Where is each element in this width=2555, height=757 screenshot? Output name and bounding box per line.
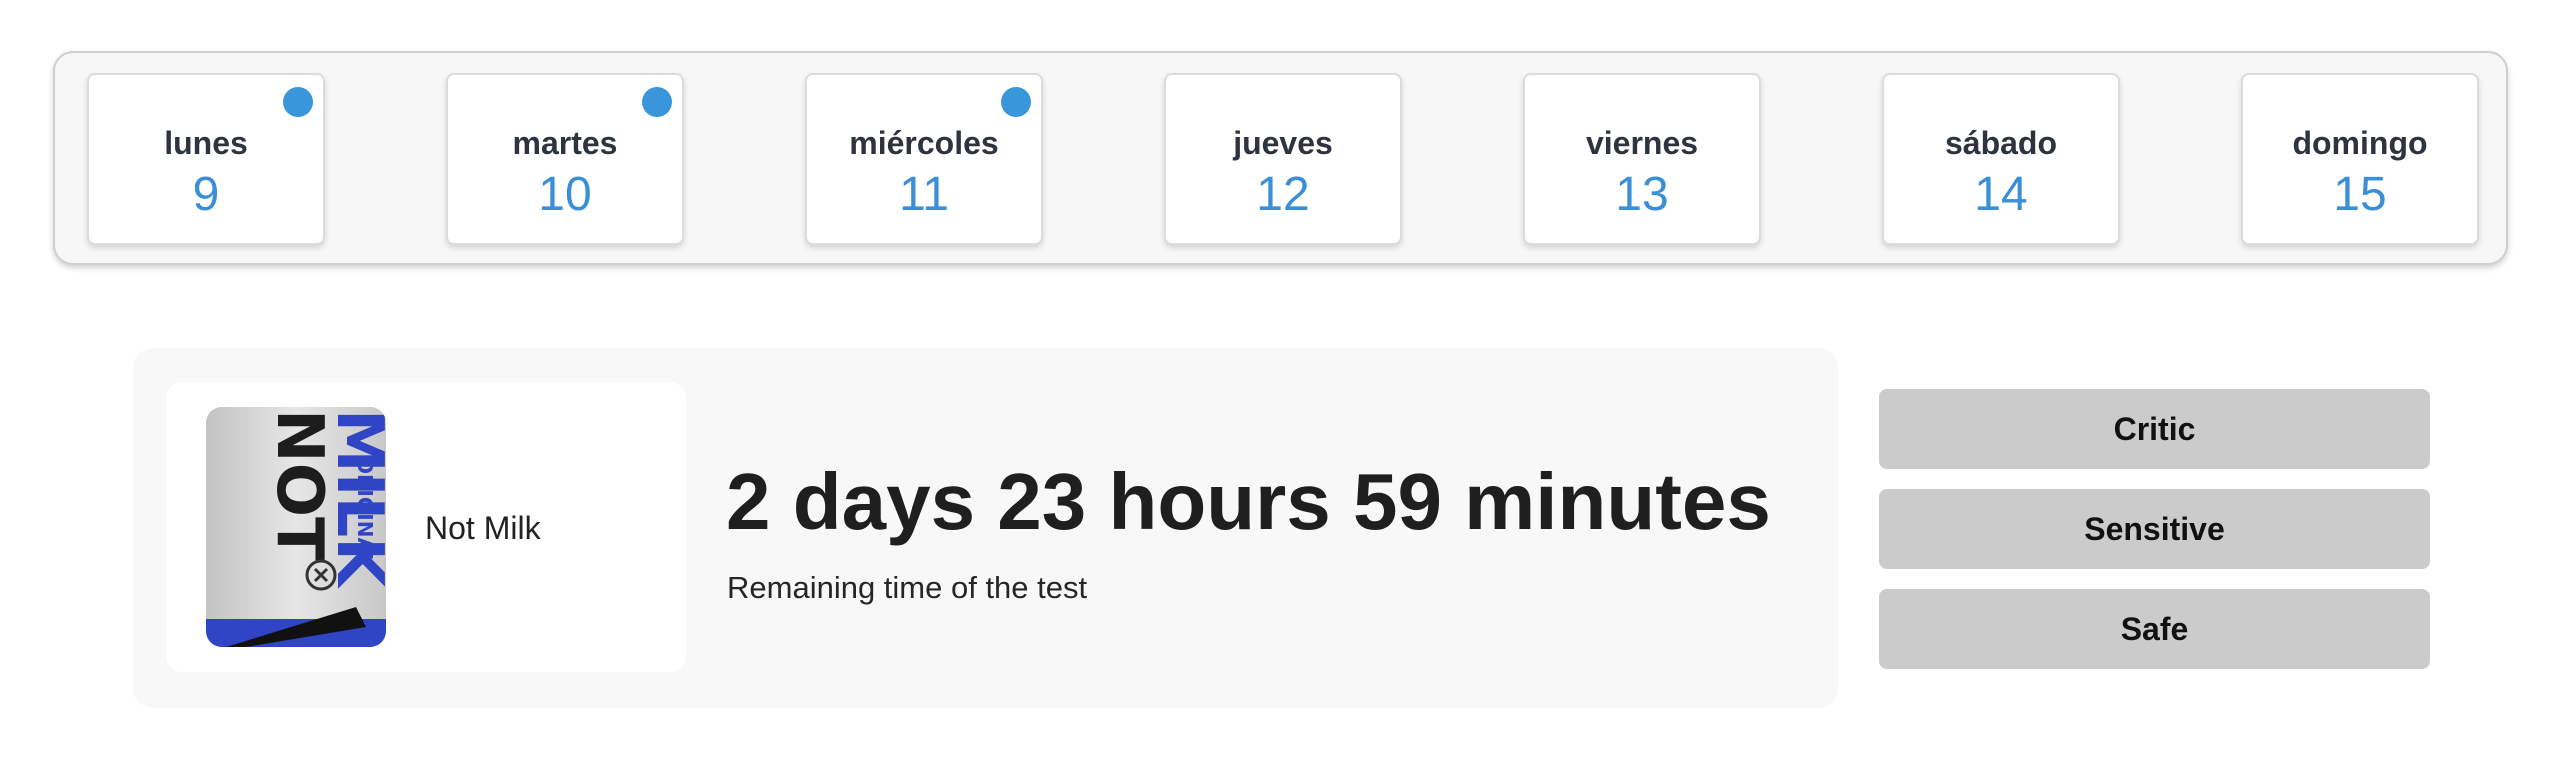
day-name: jueves [1233,125,1333,161]
day-name: martes [512,125,618,161]
sensitive-button[interactable]: Sensitive [1879,489,2430,569]
day-card-tuesday[interactable]: martes 10 [446,73,684,245]
remaining-time-caption: Remaining time of the test [727,570,1088,605]
day-number: 10 [538,168,592,221]
day-number: 13 [1615,168,1669,221]
day-card-wednesday[interactable]: miércoles 11 [805,73,1043,245]
week-day-selector: lunes 9 martes 10 miércoles 11 jueves 12… [53,51,2508,265]
day-card-monday[interactable]: lunes 9 [87,73,325,245]
day-number: 14 [1974,168,2028,221]
day-name: sábado [1944,125,2058,161]
classification-actions: Critic Sensitive Safe [1879,389,2430,689]
critic-button[interactable]: Critic [1879,389,2430,469]
product-image: NOT MILK ORIGINAL [206,407,386,647]
event-indicator-dot [1001,87,1031,117]
day-card-saturday[interactable]: sábado 14 [1882,73,2120,245]
safe-button[interactable]: Safe [1879,589,2430,669]
event-indicator-dot [642,87,672,117]
product-card: NOT MILK ORIGINAL Not Milk [166,382,686,672]
remaining-time: 2 days 23 hours 59 minutes [726,457,1771,546]
day-number: 11 [899,168,949,221]
day-name: domingo [2292,125,2428,161]
day-card-thursday[interactable]: jueves 12 [1164,73,1402,245]
carton-text-original: ORIGINAL [353,457,377,566]
test-panel: NOT MILK ORIGINAL Not Milk 2 days 23 hou… [133,348,1838,708]
event-indicator-dot [283,87,313,117]
milk-carton-image: NOT MILK ORIGINAL [206,407,386,647]
day-card-friday[interactable]: viernes 13 [1523,73,1761,245]
product-name: Not Milk [425,510,541,546]
day-name: viernes [1585,125,1699,161]
day-number: 15 [2333,168,2387,221]
day-name: miércoles [849,125,999,161]
day-number: 12 [1256,168,1310,221]
day-card-sunday[interactable]: domingo 15 [2241,73,2479,245]
day-name: lunes [164,125,248,161]
day-number: 9 [192,168,220,221]
